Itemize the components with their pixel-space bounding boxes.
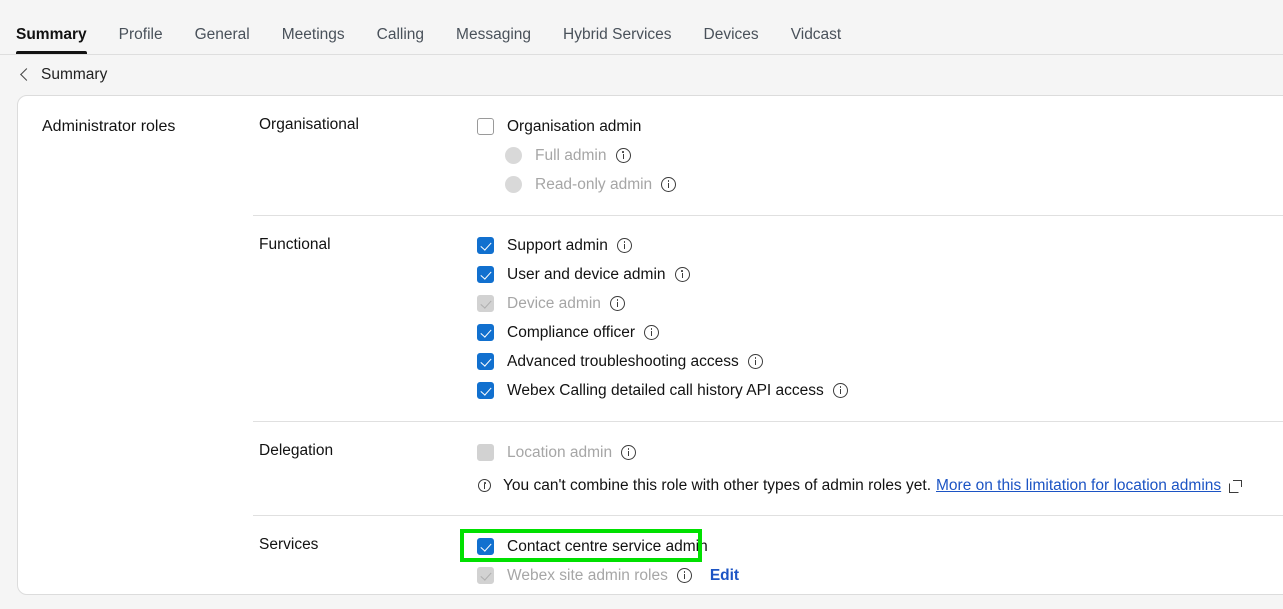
option-row: Contact centre service admin (460, 528, 1283, 562)
option-label-device-admin: Device admin (507, 294, 601, 312)
info-icon[interactable] (615, 148, 631, 163)
chevron-left-icon[interactable] (18, 68, 32, 82)
info-icon[interactable] (621, 445, 637, 460)
option-row: Full admin (477, 141, 1283, 170)
tab-meetings[interactable]: Meetings (266, 25, 361, 54)
option-label-contact-centre-service-admin[interactable]: Contact centre service admin (507, 538, 708, 556)
group-services: Services Contact centre service admin Webe… (253, 515, 1283, 606)
info-icon[interactable] (478, 479, 491, 492)
group-label-organisational: Organisational (259, 116, 359, 133)
option-row: Compliance officer (477, 318, 1283, 347)
info-icon[interactable] (676, 568, 692, 583)
option-row: Location admin (477, 438, 1283, 467)
option-label-full-admin: Full admin (535, 146, 607, 164)
option-label-organisation-admin[interactable]: Organisation admin (507, 118, 641, 136)
breadcrumb-label[interactable]: Summary (41, 66, 107, 84)
info-icon[interactable] (747, 354, 763, 369)
group-options-functional: Support admin User and device admin Device… (477, 216, 1283, 421)
checkbox-contact-centre-service-admin[interactable] (477, 538, 494, 555)
roles-groups: Organisational Organisation admin Full adm… (253, 96, 1283, 594)
tab-hybrid-services[interactable]: Hybrid Services (547, 25, 688, 54)
checkbox-user-and-device-admin[interactable] (477, 266, 494, 283)
info-icon[interactable] (661, 177, 677, 192)
radio-read-only-admin (505, 176, 522, 193)
checkbox-webex-calling-detailed-call-history-api-access[interactable] (477, 382, 494, 399)
option-label-webex-calling-detailed-call-history-api-access[interactable]: Webex Calling detailed call history API … (507, 382, 824, 400)
checkbox-device-admin (477, 295, 494, 312)
checkbox-compliance-officer[interactable] (477, 324, 494, 341)
option-row: Device admin (477, 289, 1283, 318)
edit-link[interactable]: Edit (710, 567, 739, 585)
checkbox-location-admin (477, 444, 494, 461)
option-row: Support admin (477, 231, 1283, 260)
external-link-icon[interactable] (1229, 479, 1242, 493)
option-label-advanced-troubleshooting-access[interactable]: Advanced troubleshooting access (507, 353, 739, 371)
delegation-note: You can't combine this role with other t… (477, 471, 1283, 500)
option-row: Advanced troubleshooting access (477, 347, 1283, 376)
option-label-user-and-device-admin[interactable]: User and device admin (507, 266, 666, 284)
tab-calling[interactable]: Calling (361, 25, 440, 54)
radio-full-admin (505, 147, 522, 164)
tab-summary[interactable]: Summary (16, 25, 103, 54)
administrator-roles-card: Administrator roles Organisational Organi… (17, 95, 1283, 595)
info-icon[interactable] (616, 238, 632, 253)
group-label-delegation: Delegation (259, 442, 334, 459)
checkbox-advanced-troubleshooting-access[interactable] (477, 353, 494, 370)
tab-list: Summary Profile General Meetings Calling Mess… (16, 25, 857, 54)
highlighted-option-wrapper: Contact centre service admin (460, 528, 717, 562)
page-title: Administrator roles (42, 118, 176, 135)
breadcrumb: Summary (0, 56, 1283, 94)
checkbox-webex-site-admin-roles (477, 567, 494, 584)
tab-vidcast[interactable]: Vidcast (775, 25, 858, 54)
tab-bar: Summary Profile General Meetings Calling Mess… (0, 0, 1283, 55)
checkbox-support-admin[interactable] (477, 237, 494, 254)
option-label-support-admin[interactable]: Support admin (507, 237, 608, 255)
option-row: Webex Calling detailed call history API … (477, 376, 1283, 405)
group-label-services: Services (259, 536, 319, 553)
info-icon[interactable] (832, 383, 848, 398)
option-label-compliance-officer[interactable]: Compliance officer (507, 324, 635, 342)
group-options-services: Contact centre service admin Webex site a… (460, 516, 1283, 606)
option-row: User and device admin (477, 260, 1283, 289)
option-label-location-admin: Location admin (507, 443, 613, 461)
group-organisational: Organisational Organisation admin Full adm… (253, 96, 1283, 215)
option-label-webex-site-admin-roles: Webex site admin roles (507, 566, 668, 584)
tab-general[interactable]: General (179, 25, 266, 54)
tab-messaging[interactable]: Messaging (440, 25, 547, 54)
info-icon[interactable] (609, 296, 625, 311)
option-row: Organisation admin (477, 112, 1283, 141)
group-functional: Functional Support admin User and device a… (253, 215, 1283, 421)
option-row: Read-only admin (477, 170, 1283, 199)
option-row: Webex site admin roles Edit (477, 561, 1283, 590)
note-text: You can't combine this role with other t… (503, 476, 931, 494)
tab-profile[interactable]: Profile (103, 25, 179, 54)
checkbox-organisation-admin[interactable] (477, 118, 494, 135)
info-icon[interactable] (674, 267, 690, 282)
option-label-read-only-admin: Read-only admin (535, 175, 653, 193)
note-link[interactable]: More on this limitation for location adm… (936, 477, 1221, 495)
tab-devices[interactable]: Devices (688, 25, 775, 54)
info-icon[interactable] (644, 325, 660, 340)
group-delegation: Delegation Location admin You can't combin… (253, 421, 1283, 515)
group-options-organisational: Organisation admin Full admin Read-only ad… (477, 96, 1283, 215)
group-label-functional: Functional (259, 236, 331, 253)
group-options-delegation: Location admin You can't combine this rol… (477, 422, 1283, 515)
